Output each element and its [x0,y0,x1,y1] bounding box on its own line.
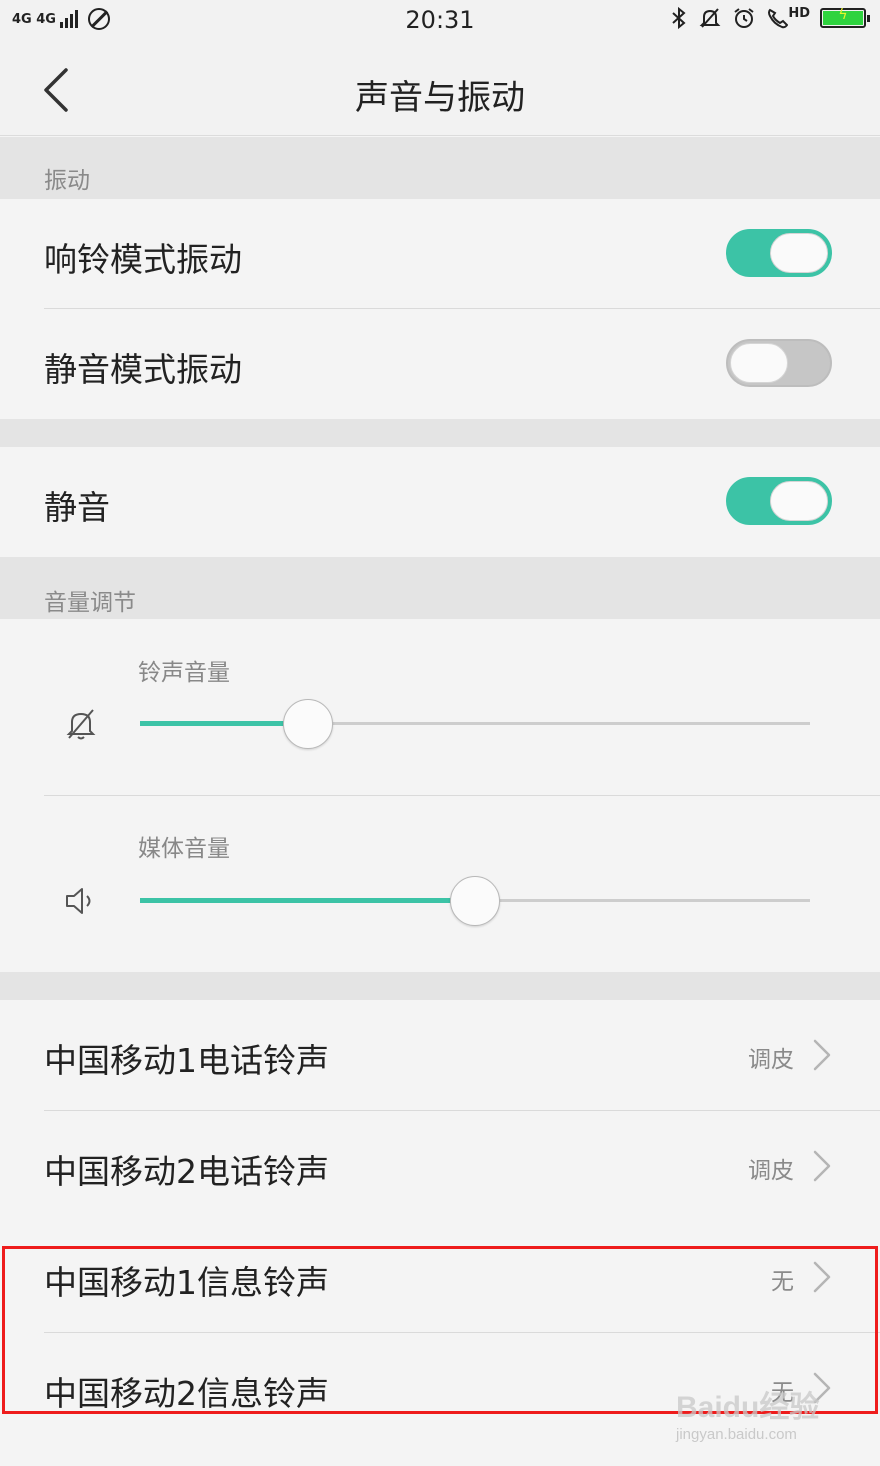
battery-level: ϟ [823,7,863,25]
section-header-volume: 音量调节 [0,557,880,619]
media-volume-slider[interactable] [140,876,810,926]
row-label: 中国移动2电话铃声 [44,1152,329,1191]
speaker-icon [66,888,91,914]
page-title: 声音与振动 [355,78,525,118]
mute-row: 静音 [0,447,880,557]
slider-fill [140,898,475,903]
slider-thumb[interactable] [450,876,500,926]
row-label: 响铃模式振动 [44,240,242,279]
mute-toggle[interactable] [726,477,832,525]
bell-muted-icon [66,709,96,740]
toggle-knob [770,481,828,521]
status-right: HD ϟ [670,6,870,30]
sim1-call-ringtone-row[interactable]: 中国移动1电话铃声 调皮 [0,1000,880,1111]
row-label: 静音模式振动 [44,350,242,389]
ringtone-value: 无 [771,1269,794,1295]
sim2-message-ringtone-row[interactable]: 中国移动2信息铃声 无 [0,1333,880,1444]
sim2-call-ringtone-row[interactable]: 中国移动2电话铃声 调皮 [0,1111,880,1222]
ringtone-value: 无 [771,1380,794,1406]
section-header-label: 振动 [44,168,90,194]
alarm-icon [734,8,754,28]
hd-label: HD [788,6,810,21]
row-label: 中国移动2信息铃声 [44,1374,329,1413]
chevron-right-icon [813,1039,831,1071]
section-header-vibration: 振动 [0,137,880,199]
bell-muted-status-icon [699,8,721,28]
media-volume-block: 媒体音量 [0,796,880,972]
bluetooth-icon [672,6,686,30]
silent-mode-vibration-row: 静音模式振动 [0,309,880,419]
ringtone-volume-slider[interactable] [140,699,810,749]
section-spacer [0,419,880,447]
row-label: 中国移动1信息铃声 [44,1263,329,1302]
sim1-message-ringtone-row[interactable]: 中国移动1信息铃声 无 [0,1222,880,1333]
silent-mode-vibration-toggle[interactable] [726,339,832,387]
ring-mode-vibration-toggle[interactable] [726,229,832,277]
chevron-right-icon [813,1150,831,1182]
row-label: 静音 [44,488,110,527]
status-bar: 4G 4G 20:31 HD ϟ [0,0,880,44]
chevron-right-icon [813,1261,831,1293]
ringtone-value: 调皮 [748,1047,794,1073]
hd-call-icon [768,8,789,29]
section-header-label: 音量调节 [44,590,136,616]
chevron-right-icon [813,1372,831,1404]
row-label: 中国移动1电话铃声 [44,1041,329,1080]
ringtone-volume-label: 铃声音量 [138,660,230,686]
ringtone-value: 调皮 [748,1158,794,1184]
ringtone-volume-block: 铃声音量 [0,619,880,796]
toggle-knob [730,343,788,383]
slider-thumb[interactable] [282,699,333,749]
ring-mode-vibration-row: 响铃模式振动 [0,199,880,309]
toggle-knob [770,233,828,273]
nav-bar: 声音与振动 [0,44,880,136]
media-volume-label: 媒体音量 [138,836,230,862]
section-spacer [0,972,880,1000]
battery-icon: ϟ [820,7,870,28]
